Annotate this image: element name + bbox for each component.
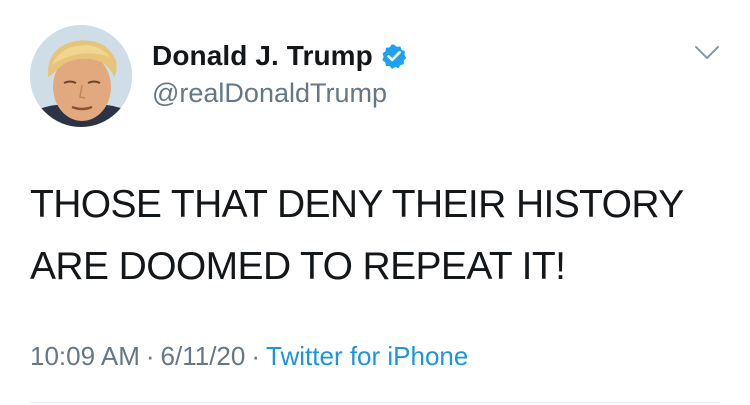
display-name-row: Donald J. Trump [152,36,407,76]
divider [30,402,720,403]
tweet-text: THOSE THAT DENY THEIR HISTORY ARE DOOMED… [30,174,730,298]
meta-separator: · [251,341,261,371]
verified-badge-icon [381,43,407,69]
tweet-source-link[interactable]: Twitter for iPhone [266,341,468,371]
tweet-meta: 10:09 AM · 6/11/20 · Twitter for iPhone [30,341,468,372]
display-name[interactable]: Donald J. Trump [152,40,373,72]
tweet-text-line: ARE DOOMED TO REPEAT IT! [30,245,566,288]
chevron-down-icon[interactable] [694,45,720,61]
avatar[interactable] [30,25,132,127]
tweet-card: Donald J. Trump @realDonaldTrump THOSE T… [0,0,750,405]
user-handle[interactable]: @realDonaldTrump [152,78,407,109]
tweet-date[interactable]: 6/11/20 [161,341,246,371]
user-names: Donald J. Trump @realDonaldTrump [152,36,407,109]
tweet-time[interactable]: 10:09 AM [30,341,140,371]
avatar-image [30,25,132,127]
meta-separator: · [145,341,155,371]
tweet-text-line: THOSE THAT DENY THEIR HISTORY [30,183,684,226]
